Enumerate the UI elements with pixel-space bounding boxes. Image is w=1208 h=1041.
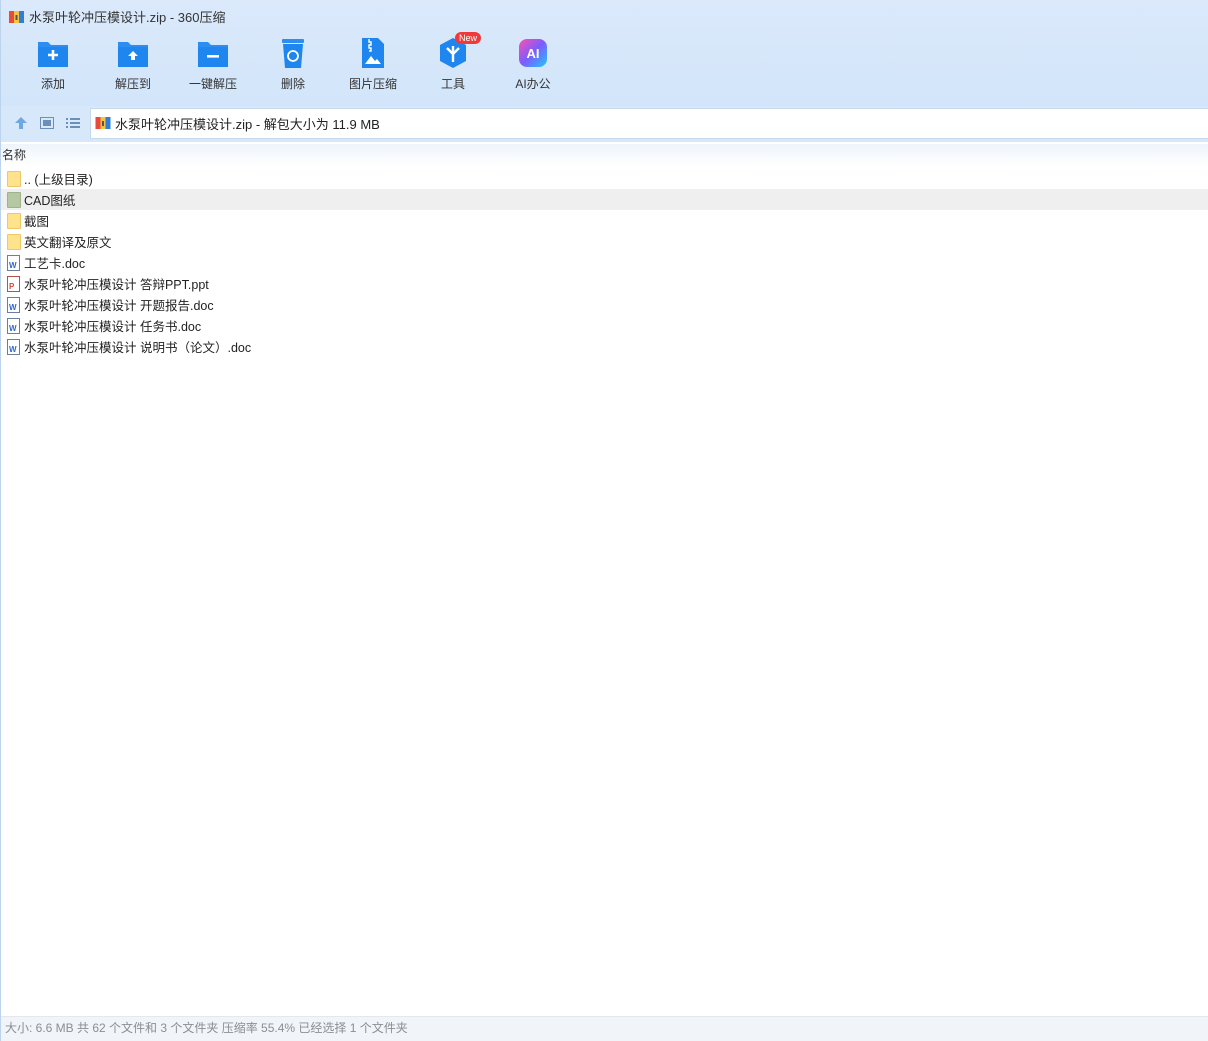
address-row: 水泵叶轮冲压模设计.zip - 解包大小为 11.9 MB — [1, 106, 1208, 142]
top-area: 水泵叶轮冲压模设计.zip - 360压缩 添加 解压到 一键解压 删除 图片压… — [1, 0, 1208, 106]
title-bar: 水泵叶轮冲压模设计.zip - 360压缩 — [1, 0, 1208, 32]
tools-button[interactable]: New 工具 — [413, 32, 493, 98]
ai-office-button[interactable]: AI AI办公 — [493, 36, 573, 98]
one-click-extract-icon — [196, 36, 230, 70]
delete-button[interactable]: 删除 — [253, 36, 333, 98]
address-bar[interactable]: 水泵叶轮冲压模设计.zip - 解包大小为 11.9 MB — [90, 108, 1208, 139]
image-compress-button[interactable]: 图片压缩 — [333, 36, 413, 98]
go-up-button[interactable] — [12, 114, 30, 132]
column-header-name[interactable]: 名称 — [1, 144, 1208, 166]
list-item-name: 水泵叶轮冲压模设计 任务书.doc — [24, 320, 202, 334]
arrow-up-icon — [15, 117, 27, 129]
list-item[interactable]: 截图 — [1, 210, 1208, 231]
word-file-icon: W — [7, 338, 21, 355]
thumbnail-view-button[interactable] — [38, 114, 56, 132]
window-title: 水泵叶轮冲压模设计.zip - 360压缩 — [29, 9, 226, 25]
one-click-extract-button[interactable]: 一键解压 — [173, 36, 253, 98]
one-click-extract-label: 一键解压 — [188, 77, 237, 91]
list-item-name: 工艺卡.doc — [24, 257, 86, 271]
extract-to-label: 解压到 — [114, 77, 151, 91]
image-compress-icon — [356, 36, 390, 70]
toolbar: 添加 解压到 一键解压 删除 图片压缩 New 工具 AI AI办公 — [13, 32, 573, 98]
list-item[interactable]: CAD图纸 — [1, 189, 1208, 210]
folder-icon — [7, 170, 21, 187]
list-item-name: 截图 — [24, 215, 50, 229]
folder-icon — [7, 233, 21, 250]
list-item[interactable]: W 水泵叶轮冲压模设计 说明书（论文）.doc — [1, 336, 1208, 357]
add-folder-icon — [36, 36, 70, 70]
folder-icon — [7, 191, 21, 208]
word-file-icon: W — [7, 296, 21, 313]
list-item-name: 英文翻译及原文 — [24, 236, 112, 250]
list-item-name: 水泵叶轮冲压模设计 说明书（论文）.doc — [24, 341, 252, 355]
folder-icon — [7, 212, 21, 229]
ai-office-label: AI办公 — [515, 77, 551, 91]
image-compress-label: 图片压缩 — [348, 77, 397, 91]
app-window: 水泵叶轮冲压模设计.zip - 360压缩 添加 解压到 一键解压 删除 图片压… — [0, 0, 1208, 1041]
new-badge: New — [455, 32, 482, 44]
extract-to-button[interactable]: 解压到 — [93, 36, 173, 98]
file-list: .. (上级目录) CAD图纸 截图 英文翻译及原文 W 工艺卡.doc P 水泵叶轮冲压模设… — [1, 168, 1208, 357]
extract-to-icon — [116, 36, 150, 70]
address-text: 水泵叶轮冲压模设计.zip - 解包大小为 11.9 MB — [115, 117, 380, 132]
delete-label: 删除 — [280, 77, 305, 91]
list-view-button[interactable] — [64, 114, 82, 132]
list-item[interactable]: P 水泵叶轮冲压模设计 答辩PPT.ppt — [1, 273, 1208, 294]
ai-office-icon: AI — [516, 36, 550, 70]
svg-text:AI: AI — [527, 46, 540, 61]
list-item-name: .. (上级目录) — [24, 173, 93, 187]
tools-label: 工具 — [440, 77, 465, 91]
word-file-icon: W — [7, 317, 21, 334]
delete-icon — [276, 36, 310, 70]
list-item[interactable]: 英文翻译及原文 — [1, 231, 1208, 252]
word-file-icon: W — [7, 254, 21, 271]
thumbnail-view-icon — [40, 117, 54, 129]
list-view-icon — [66, 118, 80, 128]
add-label: 添加 — [40, 77, 65, 91]
ppt-file-icon: P — [7, 275, 21, 292]
list-item[interactable]: W 水泵叶轮冲压模设计 任务书.doc — [1, 315, 1208, 336]
list-item-name: 水泵叶轮冲压模设计 开题报告.doc — [24, 299, 214, 313]
zip-archive-icon — [9, 9, 24, 24]
list-item[interactable]: W 工艺卡.doc — [1, 252, 1208, 273]
list-item-name: CAD图纸 — [24, 194, 76, 208]
add-button[interactable]: 添加 — [13, 36, 93, 98]
list-item[interactable]: W 水泵叶轮冲压模设计 开题报告.doc — [1, 294, 1208, 315]
list-item-name: 水泵叶轮冲压模设计 答辩PPT.ppt — [24, 278, 209, 292]
zip-archive-icon — [95, 115, 111, 133]
status-bar: 大小: 6.6 MB 共 62 个文件和 3 个文件夹 压缩率 55.4% 已经… — [1, 1016, 1208, 1041]
list-item[interactable]: .. (上级目录) — [1, 168, 1208, 189]
